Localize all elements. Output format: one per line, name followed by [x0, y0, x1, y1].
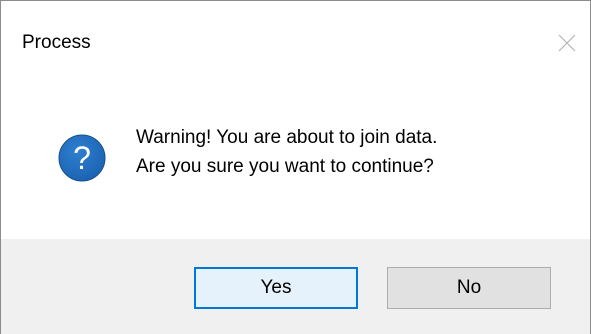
button-bar: Yes No [1, 239, 590, 334]
message-line-1: Warning! You are about to join data. [136, 127, 438, 148]
no-button[interactable]: No [387, 267, 551, 309]
dialog-content: ? Warning! You are about to join data. A… [1, 81, 590, 239]
question-icon: ? [58, 134, 106, 182]
message-text: Warning! You are about to join data. Are… [136, 123, 437, 181]
message-dialog: Process ? Warning! You are about to join… [0, 0, 591, 334]
message-line-2: Are you sure you want to continue? [136, 156, 434, 177]
close-button[interactable] [547, 23, 587, 63]
dialog-title: Process [22, 32, 91, 53]
yes-button[interactable]: Yes [194, 267, 358, 309]
close-icon [558, 34, 576, 52]
title-bar: Process [1, 1, 590, 81]
svg-text:?: ? [73, 140, 91, 176]
